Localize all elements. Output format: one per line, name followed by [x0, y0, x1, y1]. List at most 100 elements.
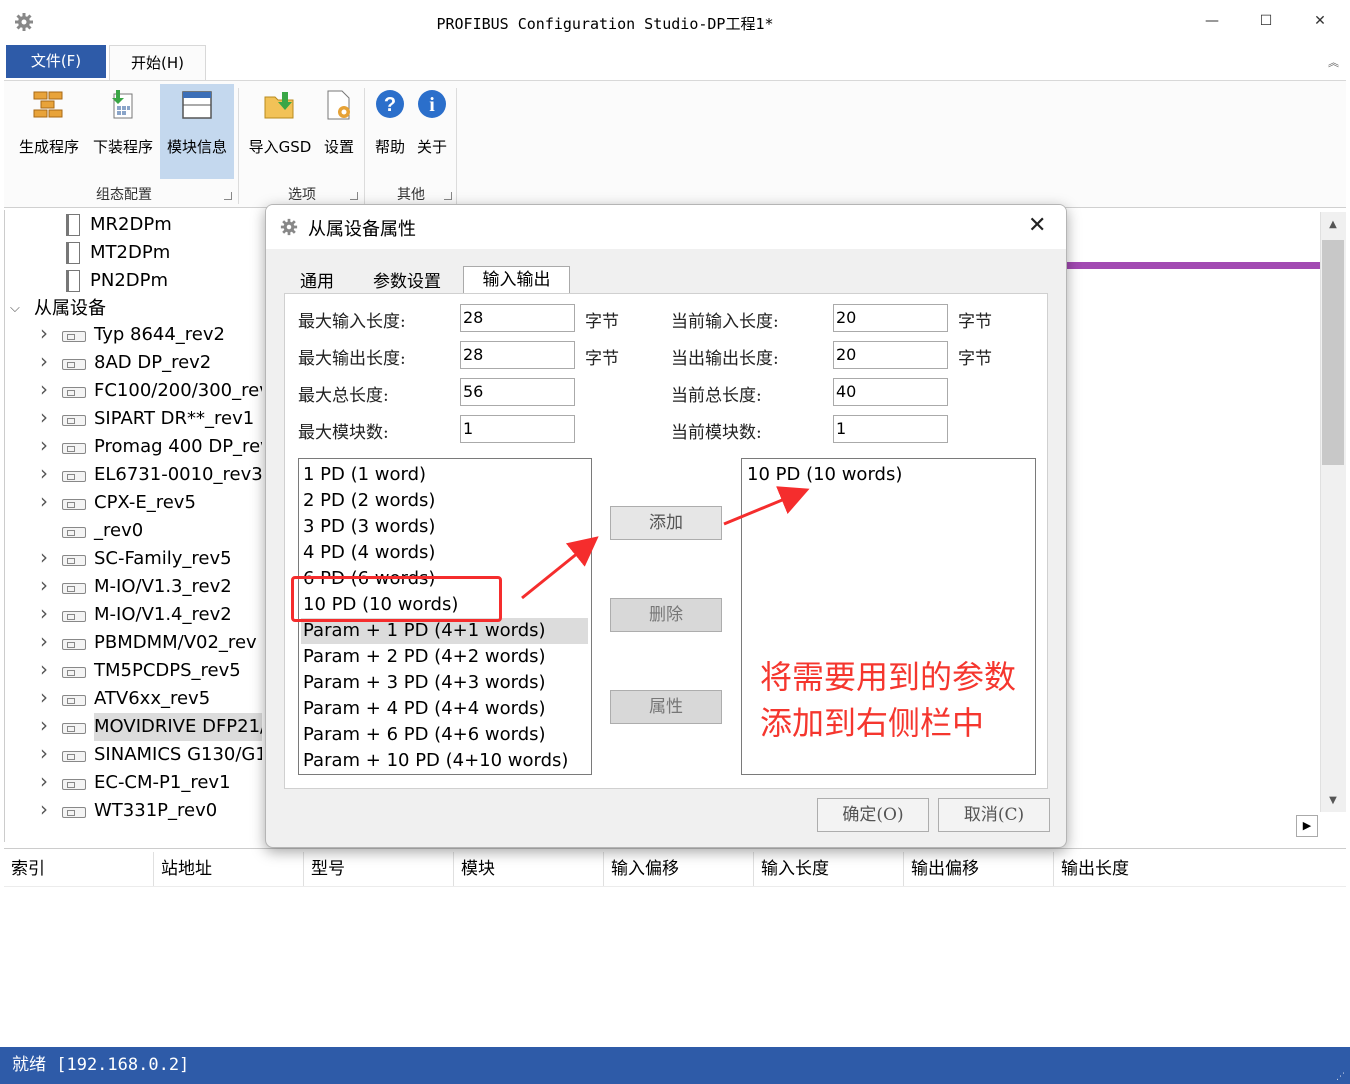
tree-item[interactable]: PN2DPm [0, 267, 258, 295]
list-item[interactable]: 1 PD (1 word) [303, 462, 426, 488]
unit-label: 字节 [585, 349, 619, 369]
current-input-length-field[interactable]: 20 [833, 304, 948, 332]
group-launcher-icon[interactable] [444, 192, 452, 200]
close-button[interactable]: ✕ [1300, 8, 1340, 34]
tree-item-device[interactable]: › PBMDMM/V02_rev [0, 629, 262, 657]
generate-program-button[interactable]: 生成程序 [14, 84, 84, 179]
tree-item-device[interactable]: › CPX-E_rev5 [0, 489, 262, 517]
list-item[interactable]: Param + 4 PD (4+4 words) [303, 696, 546, 722]
chevron-right-icon[interactable]: › [40, 489, 48, 515]
tree-item-device[interactable]: › SC-Family_rev5 [0, 545, 262, 573]
add-button[interactable]: 添加 [610, 506, 722, 540]
tab-home[interactable]: 开始(H) [109, 45, 206, 81]
tab-parameters[interactable]: 参数设置 [373, 267, 441, 292]
chevron-right-icon[interactable]: › [40, 461, 48, 487]
column-header-output-length[interactable]: 输出长度 [1054, 852, 1204, 886]
import-gsd-button[interactable]: 导入GSD [244, 84, 316, 179]
column-header-station[interactable]: 站地址 [154, 852, 304, 886]
list-item[interactable]: 4 PD (4 words) [303, 540, 435, 566]
ok-button[interactable]: 确定(O) [817, 798, 929, 832]
topology-canvas[interactable] [1066, 212, 1320, 842]
tree-section-slaves[interactable]: ⌵ 从属设备 [0, 295, 258, 323]
chevron-right-icon[interactable]: › [40, 405, 48, 431]
tree-item-device[interactable]: › EC-CM-P1_rev1 [0, 769, 262, 797]
list-item[interactable]: Param + 3 PD (4+3 words) [303, 670, 546, 696]
delete-button[interactable]: 删除 [610, 598, 722, 632]
column-header-index[interactable]: 索引 [4, 852, 154, 886]
resize-grip-icon[interactable]: ⋰ [1336, 1072, 1345, 1082]
help-button[interactable]: ? 帮助 [370, 84, 410, 179]
chevron-right-icon[interactable]: › [40, 797, 48, 823]
chevron-right-icon[interactable]: › [40, 545, 48, 571]
max-input-length-field[interactable]: 28 [460, 304, 575, 332]
chevron-right-icon[interactable]: › [40, 629, 48, 655]
tab-general[interactable]: 通用 [300, 267, 334, 292]
chevron-right-icon[interactable]: › [40, 601, 48, 627]
list-item[interactable]: Param + 2 PD (4+2 words) [303, 644, 546, 670]
current-total-length-field[interactable]: 40 [833, 378, 948, 406]
chevron-right-icon[interactable]: › [40, 713, 48, 739]
group-launcher-icon[interactable] [224, 192, 232, 200]
minimize-button[interactable]: — [1192, 8, 1232, 34]
tree-item-device[interactable]: › 8AD DP_rev2 [0, 349, 262, 377]
column-header-input-offset[interactable]: 输入偏移 [604, 852, 754, 886]
column-header-model[interactable]: 型号 [304, 852, 454, 886]
max-output-length-field[interactable]: 28 [460, 341, 575, 369]
list-item[interactable]: 2 PD (2 words) [303, 488, 435, 514]
tree-item-device[interactable]: › ATV6xx_rev5 [0, 685, 262, 713]
tab-input-output[interactable]: 输入输出 [463, 266, 570, 294]
chevron-right-icon[interactable]: › [40, 657, 48, 683]
tree-item-device[interactable]: › SINAMICS G130/G1 [0, 741, 262, 769]
tree-item[interactable]: MR2DPm [0, 211, 258, 239]
current-output-length-field[interactable]: 20 [833, 341, 948, 369]
list-item[interactable]: 10 PD (10 words) [747, 462, 902, 488]
module-info-button[interactable]: 模块信息 [160, 84, 234, 179]
tree-item-device[interactable]: › EL6731-0010_rev3 [0, 461, 262, 489]
max-input-length-label: 最大输入长度: [298, 312, 406, 332]
tree-item-device[interactable]: › SIPART DR**_rev1 [0, 405, 262, 433]
settings-button[interactable]: 设置 [318, 84, 360, 179]
download-program-button[interactable]: 下装程序 [88, 84, 158, 179]
properties-button[interactable]: 属性 [610, 690, 722, 724]
list-item[interactable]: Param + 6 PD (4+6 words) [303, 722, 546, 748]
about-button[interactable]: i 关于 [412, 84, 452, 179]
tree-item-device[interactable]: _rev0 [0, 517, 262, 545]
chevron-right-icon[interactable]: › [40, 377, 48, 403]
tree-item-device[interactable]: › Promag 400 DP_rev [0, 433, 262, 461]
chevron-down-icon[interactable]: ⌵ [10, 295, 20, 323]
tree-item-device[interactable]: › Typ 8644_rev2 [0, 321, 262, 349]
current-module-count-field[interactable]: 1 [833, 415, 948, 443]
chevron-right-icon[interactable]: › [40, 573, 48, 599]
chevron-right-icon[interactable]: › [40, 433, 48, 459]
list-item[interactable]: Param + 10 PD (4+10 words) [303, 748, 568, 774]
chevron-right-icon[interactable]: › [40, 321, 48, 347]
scroll-down-icon[interactable]: ▼ [1322, 790, 1344, 812]
tree-item-device[interactable]: › FC100/200/300_rev [0, 377, 262, 405]
max-total-length-field[interactable]: 56 [460, 378, 575, 406]
column-header-module[interactable]: 模块 [454, 852, 604, 886]
tree-item-device[interactable]: › MOVIDRIVE DFP21/ [0, 713, 262, 741]
tree-item[interactable]: MT2DPm [0, 239, 258, 267]
chevron-right-icon[interactable]: › [40, 741, 48, 767]
tree-item-device[interactable]: › M-IO/V1.4_rev2 [0, 601, 262, 629]
list-item[interactable]: 3 PD (3 words) [303, 514, 435, 540]
scrollbar-thumb[interactable] [1322, 240, 1344, 465]
tree-item-label: Promag 400 DP_rev [94, 436, 262, 457]
scroll-right-icon[interactable]: ▶ [1296, 815, 1318, 837]
tree-item-device[interactable]: › TM5PCDPS_rev5 [0, 657, 262, 685]
tree-item-device[interactable]: › WT331P_rev0 [0, 797, 262, 825]
collapse-ribbon-icon[interactable]: ︽ [1328, 54, 1339, 70]
tab-file[interactable]: 文件(F) [6, 45, 106, 78]
column-header-output-offset[interactable]: 输出偏移 [904, 852, 1054, 886]
scroll-up-icon[interactable]: ▲ [1322, 214, 1344, 236]
chevron-right-icon[interactable]: › [40, 769, 48, 795]
cancel-button[interactable]: 取消(C) [938, 798, 1050, 832]
max-module-count-field[interactable]: 1 [460, 415, 575, 443]
maximize-button[interactable]: ☐ [1246, 8, 1286, 34]
tree-item-device[interactable]: › M-IO/V1.3_rev2 [0, 573, 262, 601]
column-header-input-length[interactable]: 输入长度 [754, 852, 904, 886]
dialog-close-icon[interactable]: ✕ [1028, 213, 1046, 238]
chevron-right-icon[interactable]: › [40, 685, 48, 711]
chevron-right-icon[interactable]: › [40, 349, 48, 375]
group-launcher-icon[interactable] [350, 192, 358, 200]
